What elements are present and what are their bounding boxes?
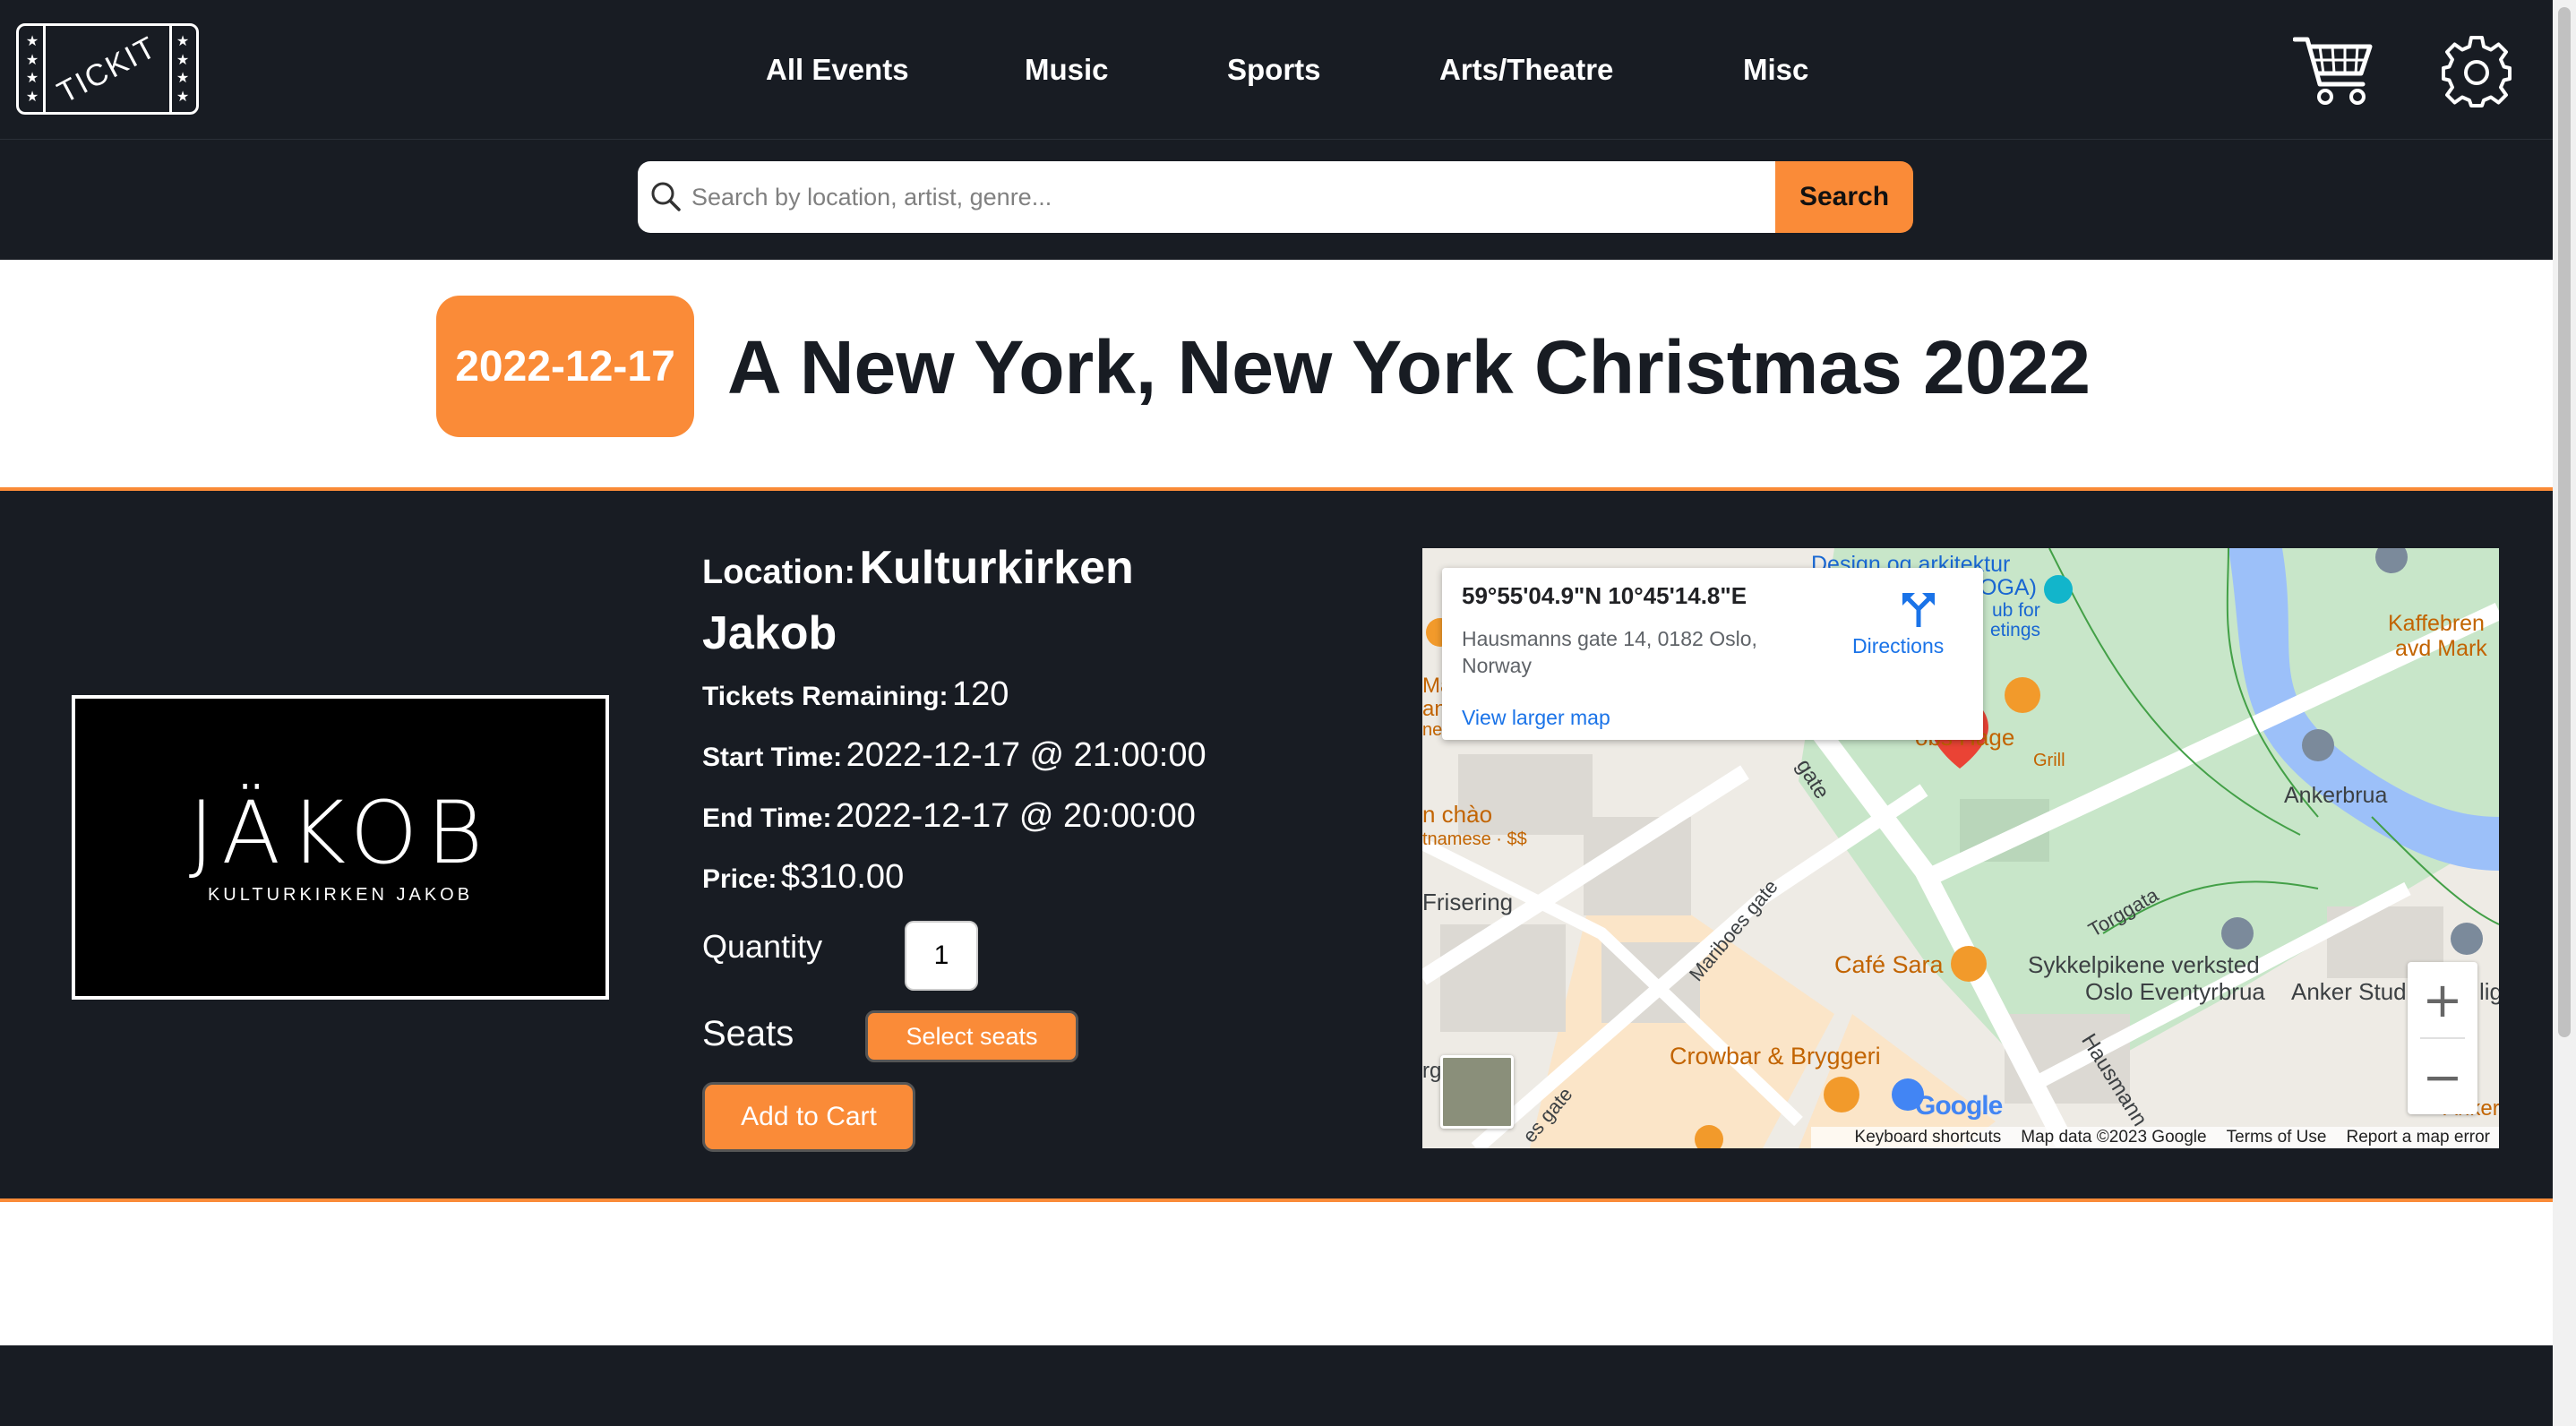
nav-link-music[interactable]: Music xyxy=(1025,45,1109,95)
directions-link[interactable]: Directions xyxy=(1852,634,1944,658)
map-label-lig: lig xyxy=(2479,978,2499,1005)
map-label-ankerbrua: Ankerbrua xyxy=(2284,783,2388,808)
map-label-sykkelpikene: Sykkelpikene verksted xyxy=(2028,951,2260,978)
start-time: Start Time: 2022-12-17 @ 21:00:00 xyxy=(702,736,1206,775)
select-seats-button[interactable]: Select seats xyxy=(865,1010,1078,1062)
end-label: End Time: xyxy=(702,803,832,833)
event-title: A New York, New York Christmas 2022 xyxy=(727,325,2091,409)
map-info-card: 59°55'04.9"N 10°45'14.8"E Hausmanns gate… xyxy=(1442,568,1983,740)
logo-text: TICKIT xyxy=(52,30,163,110)
search-button[interactable]: Search xyxy=(1775,161,1913,233)
navbar: ★ ★ ★ ★ ★ ★ ★ ★ TICKIT All Events Music Sports… xyxy=(0,0,2553,260)
quantity-input[interactable] xyxy=(905,921,978,991)
map-label-kaffebrenneriet: Kaffebren xyxy=(2388,611,2485,636)
map-label-oga: OGA) xyxy=(1979,575,2037,600)
map-label-chao: n chào xyxy=(1422,801,1493,828)
map-label-grill: Grill xyxy=(2033,751,2065,770)
search-input-box xyxy=(638,161,1775,233)
price-value: $310.00 xyxy=(780,858,905,896)
nav-link-misc[interactable]: Misc xyxy=(1743,45,1808,95)
view-larger-map-link[interactable]: View larger map xyxy=(1462,706,1610,730)
venue-image-brand: JÄKOB xyxy=(188,783,493,883)
map-footer: Keyboard shortcuts Map data ©2023 Google… xyxy=(1811,1127,2499,1148)
search-input[interactable] xyxy=(691,161,1766,233)
map-address: Hausmanns gate 14, 0182 Oslo, Norway xyxy=(1462,627,1757,677)
map-label-cafe-sara: Café Sara xyxy=(1834,951,1944,978)
logo-stars-left: ★ ★ ★ ★ xyxy=(25,32,39,105)
cart-icon[interactable] xyxy=(2293,32,2374,107)
quantity-label: Quantity xyxy=(702,928,823,965)
event-details-section: JÄKOB KULTURKIRKEN JAKOB Location: Kultu… xyxy=(0,487,2553,1202)
price: Price: $310.00 xyxy=(702,858,904,897)
nav-link-arts-theatre[interactable]: Arts/Theatre xyxy=(1439,45,1613,95)
map-label-etings: etings xyxy=(1990,620,2041,640)
tickets-remaining: Tickets Remaining: 120 xyxy=(702,675,1009,714)
add-to-cart-button[interactable]: Add to Cart xyxy=(702,1082,915,1152)
logo[interactable]: ★ ★ ★ ★ ★ ★ ★ ★ TICKIT xyxy=(16,23,199,115)
map-label-frisering: Frisering xyxy=(1422,889,1514,915)
end-value: 2022-12-17 @ 20:00:00 xyxy=(835,797,1196,835)
nav-link-all-events[interactable]: All Events xyxy=(766,45,909,95)
satellite-toggle[interactable] xyxy=(1440,1055,1514,1129)
end-time: End Time: 2022-12-17 @ 20:00:00 xyxy=(702,797,1196,836)
map-label-anker-stud: Anker Stud xyxy=(2291,978,2407,1005)
report-map-error-link[interactable]: Report a map error xyxy=(2346,1127,2490,1148)
venue-image: JÄKOB KULTURKIRKEN JAKOB xyxy=(72,695,609,1000)
tickets-value: 120 xyxy=(951,675,1009,713)
map-label-crowbar: Crowbar & Bryggeri xyxy=(1670,1043,1881,1070)
map-label-rg: rg xyxy=(1422,1059,1442,1083)
scrollbar-thumb[interactable] xyxy=(2558,7,2571,1037)
logo-stars-right: ★ ★ ★ ★ xyxy=(176,32,190,105)
keyboard-shortcuts-link[interactable]: Keyboard shortcuts xyxy=(1855,1127,2002,1148)
google-logo: Google xyxy=(1915,1091,2003,1121)
directions-icon[interactable] xyxy=(1899,589,1938,629)
zoom-out-button[interactable]: − xyxy=(2408,1039,2477,1114)
scrollbar[interactable] xyxy=(2553,0,2576,1426)
map-label-avd-mark: avd Mark xyxy=(2395,636,2487,661)
gear-icon[interactable] xyxy=(2440,34,2513,107)
map-coordinates: 59°55'04.9"N 10°45'14.8"E xyxy=(1462,582,1747,609)
map-label-hub-for: ub for xyxy=(1992,600,2040,621)
terms-link[interactable]: Terms of Use xyxy=(2227,1127,2327,1148)
map[interactable]: Design og arkitektur OGA) ub for etings … xyxy=(1422,548,2499,1148)
map-label-eventyrbrua: Oslo Eventyrbrua xyxy=(2085,978,2265,1005)
location-line: Location: Kulturkirken Jakob xyxy=(702,541,1275,672)
map-label-namese: tnamese · $$ xyxy=(1422,829,1527,849)
search-bar: Search xyxy=(638,161,1913,233)
venue-image-subtitle: KULTURKIRKEN JAKOB xyxy=(207,885,474,905)
location-label: Location: xyxy=(702,554,855,591)
map-label-ne: ne xyxy=(1422,720,1443,740)
map-data-text: Map data ©2023 Google xyxy=(2021,1128,2207,1147)
seats-label: Seats xyxy=(702,1014,794,1053)
start-value: 2022-12-17 @ 21:00:00 xyxy=(846,736,1206,774)
search-icon xyxy=(651,182,681,211)
nav-link-sports[interactable]: Sports xyxy=(1227,45,1321,95)
map-zoom-control: + − xyxy=(2408,962,2477,1114)
nav-top-bar: ★ ★ ★ ★ ★ ★ ★ ★ TICKIT All Events Music Sports… xyxy=(0,0,2553,140)
page-footer xyxy=(0,1345,2553,1426)
event-date-badge: 2022-12-17 xyxy=(436,296,694,437)
start-label: Start Time: xyxy=(702,743,843,772)
zoom-in-button[interactable]: + xyxy=(2408,962,2477,1037)
price-label: Price: xyxy=(702,864,777,894)
tickets-label: Tickets Remaining: xyxy=(702,682,949,711)
